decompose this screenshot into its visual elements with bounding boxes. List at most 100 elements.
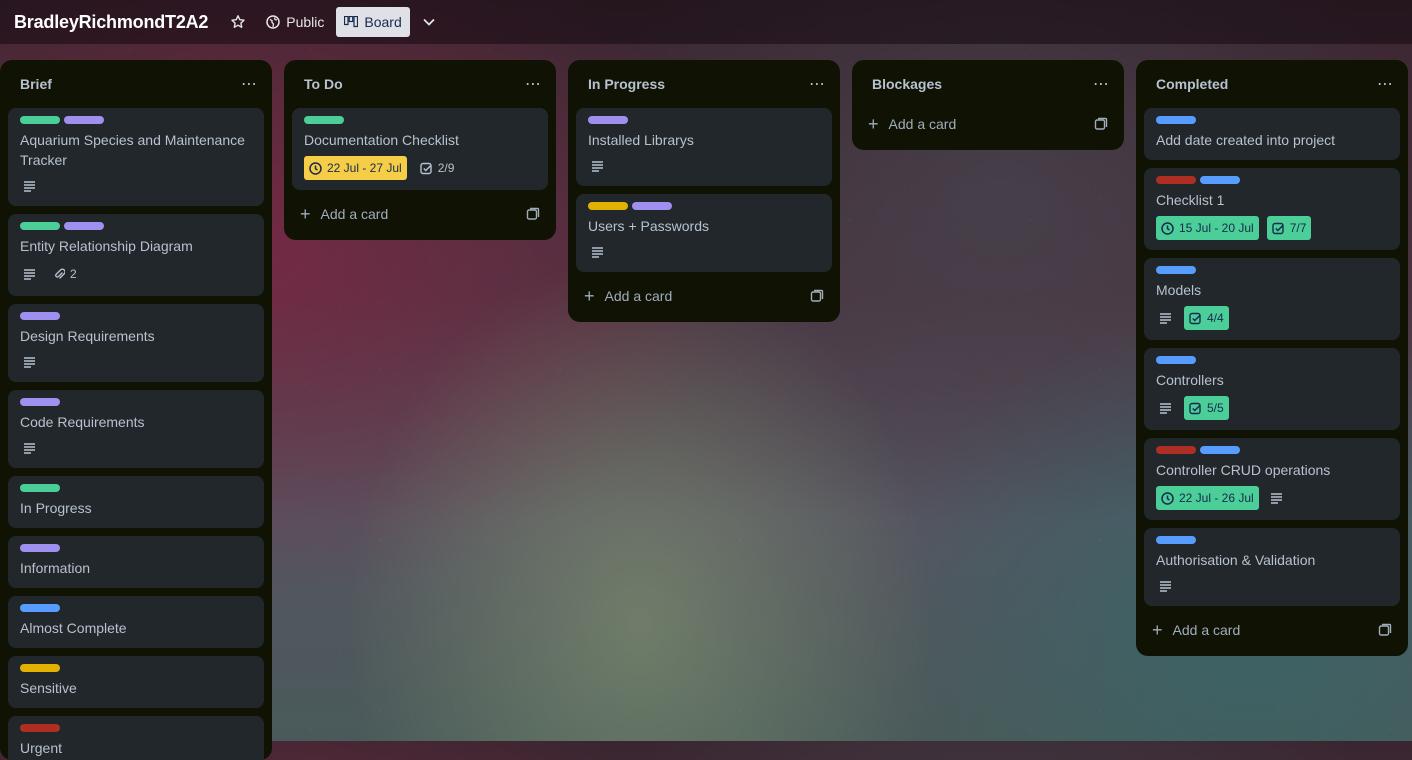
label-red[interactable] <box>1156 446 1196 454</box>
card[interactable]: In Progress <box>8 476 264 528</box>
label-green[interactable] <box>304 116 344 124</box>
label-purple[interactable] <box>20 398 60 406</box>
card[interactable]: Checklist 1 15 Jul - 20 Jul 7/7 <box>1144 168 1400 250</box>
list-title[interactable]: Brief <box>20 76 52 92</box>
card[interactable]: Almost Complete <box>8 596 264 648</box>
create-from-template-icon[interactable] <box>1378 623 1392 637</box>
add-card-left: + Add a card <box>1152 621 1240 639</box>
star-button[interactable] <box>222 7 254 37</box>
card[interactable]: Models 4/4 <box>1144 258 1400 340</box>
card[interactable]: Installed Librarys <box>576 108 832 186</box>
checklist-badge: 7/7 <box>1266 216 1312 240</box>
label-yellow[interactable] <box>588 202 628 210</box>
label-green[interactable] <box>20 484 60 492</box>
list-title[interactable]: Blockages <box>872 76 942 92</box>
card-title: Models <box>1156 282 1202 298</box>
card[interactable]: Controller CRUD operations 22 Jul - 26 Ju… <box>1144 438 1400 520</box>
checklist-count: 4/4 <box>1207 311 1224 325</box>
more-options-icon[interactable]: ⋯ <box>241 74 258 94</box>
card-title: Design Requirements <box>20 328 155 344</box>
board-view-label: Board <box>364 14 402 30</box>
more-options-icon[interactable]: ⋯ <box>1377 74 1394 94</box>
label-blue[interactable] <box>1156 116 1196 124</box>
card[interactable]: Controllers 5/5 <box>1144 348 1400 430</box>
add-card-label: Add a card <box>604 288 673 304</box>
label-purple[interactable] <box>20 312 60 320</box>
list-header: Brief ⋯ <box>8 68 264 100</box>
card[interactable]: Entity Relationship Diagram 2 <box>8 214 264 296</box>
card-badges <box>20 438 252 458</box>
description-icon <box>20 438 40 458</box>
card-title: Aquarium Species and Maintenance Tracker <box>20 132 245 168</box>
card[interactable]: Add date created into project <box>1144 108 1400 160</box>
card-title: Entity Relationship Diagram <box>20 238 193 254</box>
description-icon <box>588 242 608 262</box>
label-blue[interactable] <box>1156 266 1196 274</box>
card-title: Checklist 1 <box>1156 192 1225 208</box>
card[interactable]: Design Requirements <box>8 304 264 382</box>
card-labels <box>20 312 252 320</box>
card[interactable]: Aquarium Species and Maintenance Tracker <box>8 108 264 206</box>
due-date-badge[interactable]: 22 Jul - 27 Jul <box>304 156 407 180</box>
label-blue[interactable] <box>20 604 60 612</box>
label-green[interactable] <box>20 116 60 124</box>
board-title[interactable]: BradleyRichmondT2A2 <box>14 12 208 33</box>
card[interactable]: Users + Passwords <box>576 194 832 272</box>
card[interactable]: Sensitive <box>8 656 264 708</box>
card-badges: 2 <box>20 262 252 286</box>
due-date-badge[interactable]: 15 Jul - 20 Jul <box>1156 216 1259 240</box>
label-blue[interactable] <box>1156 356 1196 364</box>
globe-icon <box>266 15 280 29</box>
create-from-template-icon[interactable] <box>1094 117 1108 131</box>
label-purple[interactable] <box>64 116 104 124</box>
card-badges: 22 Jul - 26 Jul <box>1156 486 1388 510</box>
more-options-icon[interactable]: ⋯ <box>1093 74 1110 94</box>
label-purple[interactable] <box>588 116 628 124</box>
label-green[interactable] <box>20 222 60 230</box>
visibility-label: Public <box>286 14 325 30</box>
list-title[interactable]: To Do <box>304 76 343 92</box>
create-from-template-icon[interactable] <box>810 289 824 303</box>
view-switcher-button[interactable] <box>414 7 444 37</box>
checklist-icon <box>1189 402 1202 415</box>
label-yellow[interactable] <box>20 664 60 672</box>
card-title: Code Requirements <box>20 414 145 430</box>
more-options-icon[interactable]: ⋯ <box>809 74 826 94</box>
add-card-button[interactable]: + Add a card <box>576 280 832 312</box>
label-purple[interactable] <box>632 202 672 210</box>
description-icon <box>1156 576 1176 596</box>
label-red[interactable] <box>20 724 60 732</box>
card-labels <box>20 664 252 672</box>
add-card-label: Add a card <box>1172 622 1241 638</box>
label-blue[interactable] <box>1156 536 1196 544</box>
card[interactable]: Information <box>8 536 264 588</box>
label-blue[interactable] <box>1200 446 1240 454</box>
due-date-badge[interactable]: 22 Jul - 26 Jul <box>1156 486 1259 510</box>
list-header: Blockages ⋯ <box>860 68 1116 100</box>
checklist-count: 5/5 <box>1207 401 1224 415</box>
label-purple[interactable] <box>20 544 60 552</box>
board-view-button[interactable]: Board <box>336 7 410 37</box>
card[interactable]: Urgent <box>8 716 264 760</box>
checklist-badge: 4/4 <box>1184 306 1229 330</box>
list-title[interactable]: Completed <box>1156 76 1228 92</box>
label-red[interactable] <box>1156 176 1196 184</box>
list-title[interactable]: In Progress <box>588 76 665 92</box>
list-to-do: To Do ⋯ Documentation Checklist 22 Jul - 27… <box>284 60 556 240</box>
card-title: Controllers <box>1156 372 1224 388</box>
card[interactable]: Authorisation & Validation <box>1144 528 1400 606</box>
card[interactable]: Code Requirements <box>8 390 264 468</box>
visibility-button[interactable]: Public <box>258 7 332 37</box>
more-options-icon[interactable]: ⋯ <box>525 74 542 94</box>
add-card-button[interactable]: + Add a card <box>292 198 548 230</box>
add-card-button[interactable]: + Add a card <box>1144 614 1400 646</box>
card-title: Documentation Checklist <box>304 132 459 148</box>
label-purple[interactable] <box>64 222 104 230</box>
label-blue[interactable] <box>1200 176 1240 184</box>
card-badges <box>20 176 252 196</box>
create-from-template-icon[interactable] <box>526 207 540 221</box>
add-card-button[interactable]: + Add a card <box>860 108 1116 140</box>
description-icon <box>588 156 608 176</box>
card[interactable]: Documentation Checklist 22 Jul - 27 Jul 2/… <box>292 108 548 190</box>
card-labels <box>1156 356 1388 364</box>
